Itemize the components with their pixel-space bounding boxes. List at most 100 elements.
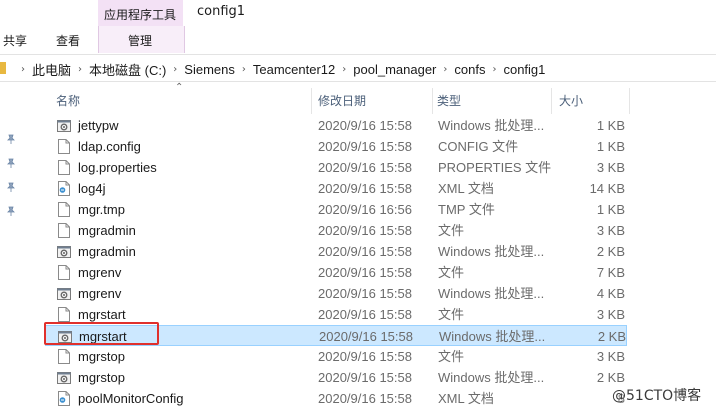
file-row[interactable]: log.properties 2020/9/16 15:58 PROPERTIES …	[45, 157, 627, 178]
file-modified-date: 2020/9/16 15:58	[318, 118, 412, 133]
xml-icon	[57, 391, 71, 406]
file-modified-date: 2020/9/16 15:58	[318, 391, 412, 406]
file-type: XML 文档	[438, 181, 494, 196]
chevron-right-icon[interactable]: ›	[242, 64, 246, 75]
context-tab-header-label: 应用程序工具	[104, 8, 177, 22]
pin-icon	[7, 182, 15, 192]
breadcrumb-item[interactable]: Teamcenter12	[253, 62, 335, 77]
column-header-name[interactable]: 名称	[45, 88, 312, 114]
file-type: TMP 文件	[438, 202, 495, 217]
file-icon	[57, 307, 71, 322]
highlight-box	[44, 322, 159, 345]
file-icon	[57, 202, 71, 217]
file-row[interactable]: jettypw 2020/9/16 15:58 Windows 批处理... 1 KB	[45, 115, 627, 136]
file-size: 14 KB	[589, 181, 625, 196]
batch-gear-icon	[57, 244, 71, 259]
file-type: 文件	[438, 307, 465, 322]
file-size: 3 KB	[596, 349, 625, 364]
file-type: XML 文档	[438, 391, 494, 406]
file-size: 1 KB	[596, 118, 625, 133]
file-size: 3 KB	[596, 160, 625, 175]
batch-gear-icon	[57, 370, 71, 385]
file-type: PROPERTIES 文件	[438, 160, 552, 175]
file-icon	[57, 349, 71, 364]
file-name: mgrenv	[78, 265, 122, 280]
address-bar[interactable]: › 此电脑 › 本地磁盘 (C:) › Siemens › Teamcenter12 › pool…	[0, 56, 716, 82]
file-icon	[57, 223, 71, 238]
column-header-type-label: 类型	[437, 94, 462, 108]
file-name: log4j	[78, 181, 106, 196]
file-row[interactable]: poolMonitorConfig 2020/9/16 15:58 XML 文档 8	[45, 388, 627, 409]
breadcrumb-item[interactable]: config1	[503, 62, 545, 77]
column-header-row: ⌃ 名称 修改日期 类型 大小	[45, 82, 716, 114]
file-size: 1 KB	[596, 202, 625, 217]
column-header-type[interactable]: 类型	[426, 88, 552, 114]
file-icon	[57, 160, 71, 175]
file-modified-date: 2020/9/16 16:56	[318, 202, 412, 217]
file-name: mgradmin	[78, 223, 136, 238]
breadcrumb-item[interactable]: pool_manager	[353, 62, 436, 77]
file-size: 2 KB	[597, 329, 626, 344]
file-modified-date: 2020/9/16 15:58	[318, 139, 412, 154]
breadcrumb-item[interactable]: 此电脑	[32, 60, 71, 79]
pin-icon	[7, 134, 15, 144]
chevron-right-icon[interactable]: ›	[21, 64, 25, 75]
chevron-right-icon[interactable]: ›	[78, 64, 82, 75]
batch-gear-icon	[57, 118, 71, 133]
chevron-right-icon[interactable]: ›	[342, 64, 346, 75]
pin-icon	[7, 206, 15, 216]
file-modified-date: 2020/9/16 15:58	[318, 370, 412, 385]
file-row[interactable]: log4j 2020/9/16 15:58 XML 文档 14 KB	[45, 178, 627, 199]
file-size: 2 KB	[596, 244, 625, 259]
batch-gear-icon	[57, 286, 71, 301]
file-modified-date: 2020/9/16 15:58	[319, 329, 413, 344]
file-row[interactable]: ldap.config 2020/9/16 15:58 CONFIG 文件 1 KB	[45, 136, 627, 157]
tab-view[interactable]: 查看	[56, 32, 80, 49]
file-row[interactable]: mgr.tmp 2020/9/16 16:56 TMP 文件 1 KB	[45, 199, 627, 220]
file-row[interactable]: mgrstop 2020/9/16 15:58 文件 3 KB	[45, 346, 627, 367]
file-size: 4 KB	[596, 286, 625, 301]
file-name: mgradmin	[78, 244, 136, 259]
column-header-name-label: 名称	[56, 94, 81, 108]
ribbon: 应用程序工具 config1 共享 查看 管理	[0, 0, 716, 55]
tab-share[interactable]: 共享	[3, 32, 27, 49]
breadcrumb-item[interactable]: confs	[454, 62, 485, 77]
file-modified-date: 2020/9/16 15:58	[318, 286, 412, 301]
file-icon	[57, 265, 71, 280]
breadcrumb-item[interactable]: Siemens	[184, 62, 235, 77]
file-type: Windows 批处理...	[438, 370, 545, 385]
file-modified-date: 2020/9/16 15:58	[318, 265, 412, 280]
file-modified-date: 2020/9/16 15:58	[318, 244, 412, 259]
breadcrumb[interactable]: › 此电脑 › 本地磁盘 (C:) › Siemens › Teamcenter12 › pool…	[0, 57, 716, 79]
chevron-right-icon[interactable]: ›	[443, 64, 447, 75]
column-header-size[interactable]: 大小	[548, 88, 630, 114]
file-size: 7 KB	[596, 265, 625, 280]
xml-icon	[57, 181, 71, 196]
file-type: Windows 批处理...	[438, 286, 545, 301]
file-modified-date: 2020/9/16 15:58	[318, 307, 412, 322]
window-title: config1	[197, 4, 246, 19]
file-size: 3 KB	[596, 307, 625, 322]
file-type: 文件	[438, 265, 465, 280]
file-row[interactable]: mgrenv 2020/9/16 15:58 文件 7 KB	[45, 262, 627, 283]
chevron-right-icon[interactable]: ›	[492, 64, 496, 75]
file-modified-date: 2020/9/16 15:58	[318, 349, 412, 364]
file-icon	[57, 139, 71, 154]
file-row[interactable]: mgrstop 2020/9/16 15:58 Windows 批处理... 2 KB	[45, 367, 627, 388]
file-row[interactable]: mgradmin 2020/9/16 15:58 Windows 批处理... 2 K…	[45, 241, 627, 262]
column-header-date-label: 修改日期	[318, 94, 367, 108]
file-name: mgrstop	[78, 370, 125, 385]
column-header-size-label: 大小	[559, 94, 584, 108]
file-size: 1 KB	[596, 139, 625, 154]
file-name: ldap.config	[78, 139, 141, 154]
pin-icon	[7, 158, 15, 168]
file-row[interactable]: mgrenv 2020/9/16 15:58 Windows 批处理... 4 KB	[45, 283, 627, 304]
chevron-right-icon[interactable]: ›	[173, 64, 177, 75]
file-name: mgrenv	[78, 286, 122, 301]
navigation-pane	[0, 82, 22, 415]
tab-manage[interactable]: 管理	[128, 32, 152, 49]
column-header-date[interactable]: 修改日期	[307, 88, 433, 114]
file-name: log.properties	[78, 160, 157, 175]
breadcrumb-item[interactable]: 本地磁盘 (C:)	[89, 60, 166, 79]
file-row[interactable]: mgradmin 2020/9/16 15:58 文件 3 KB	[45, 220, 627, 241]
